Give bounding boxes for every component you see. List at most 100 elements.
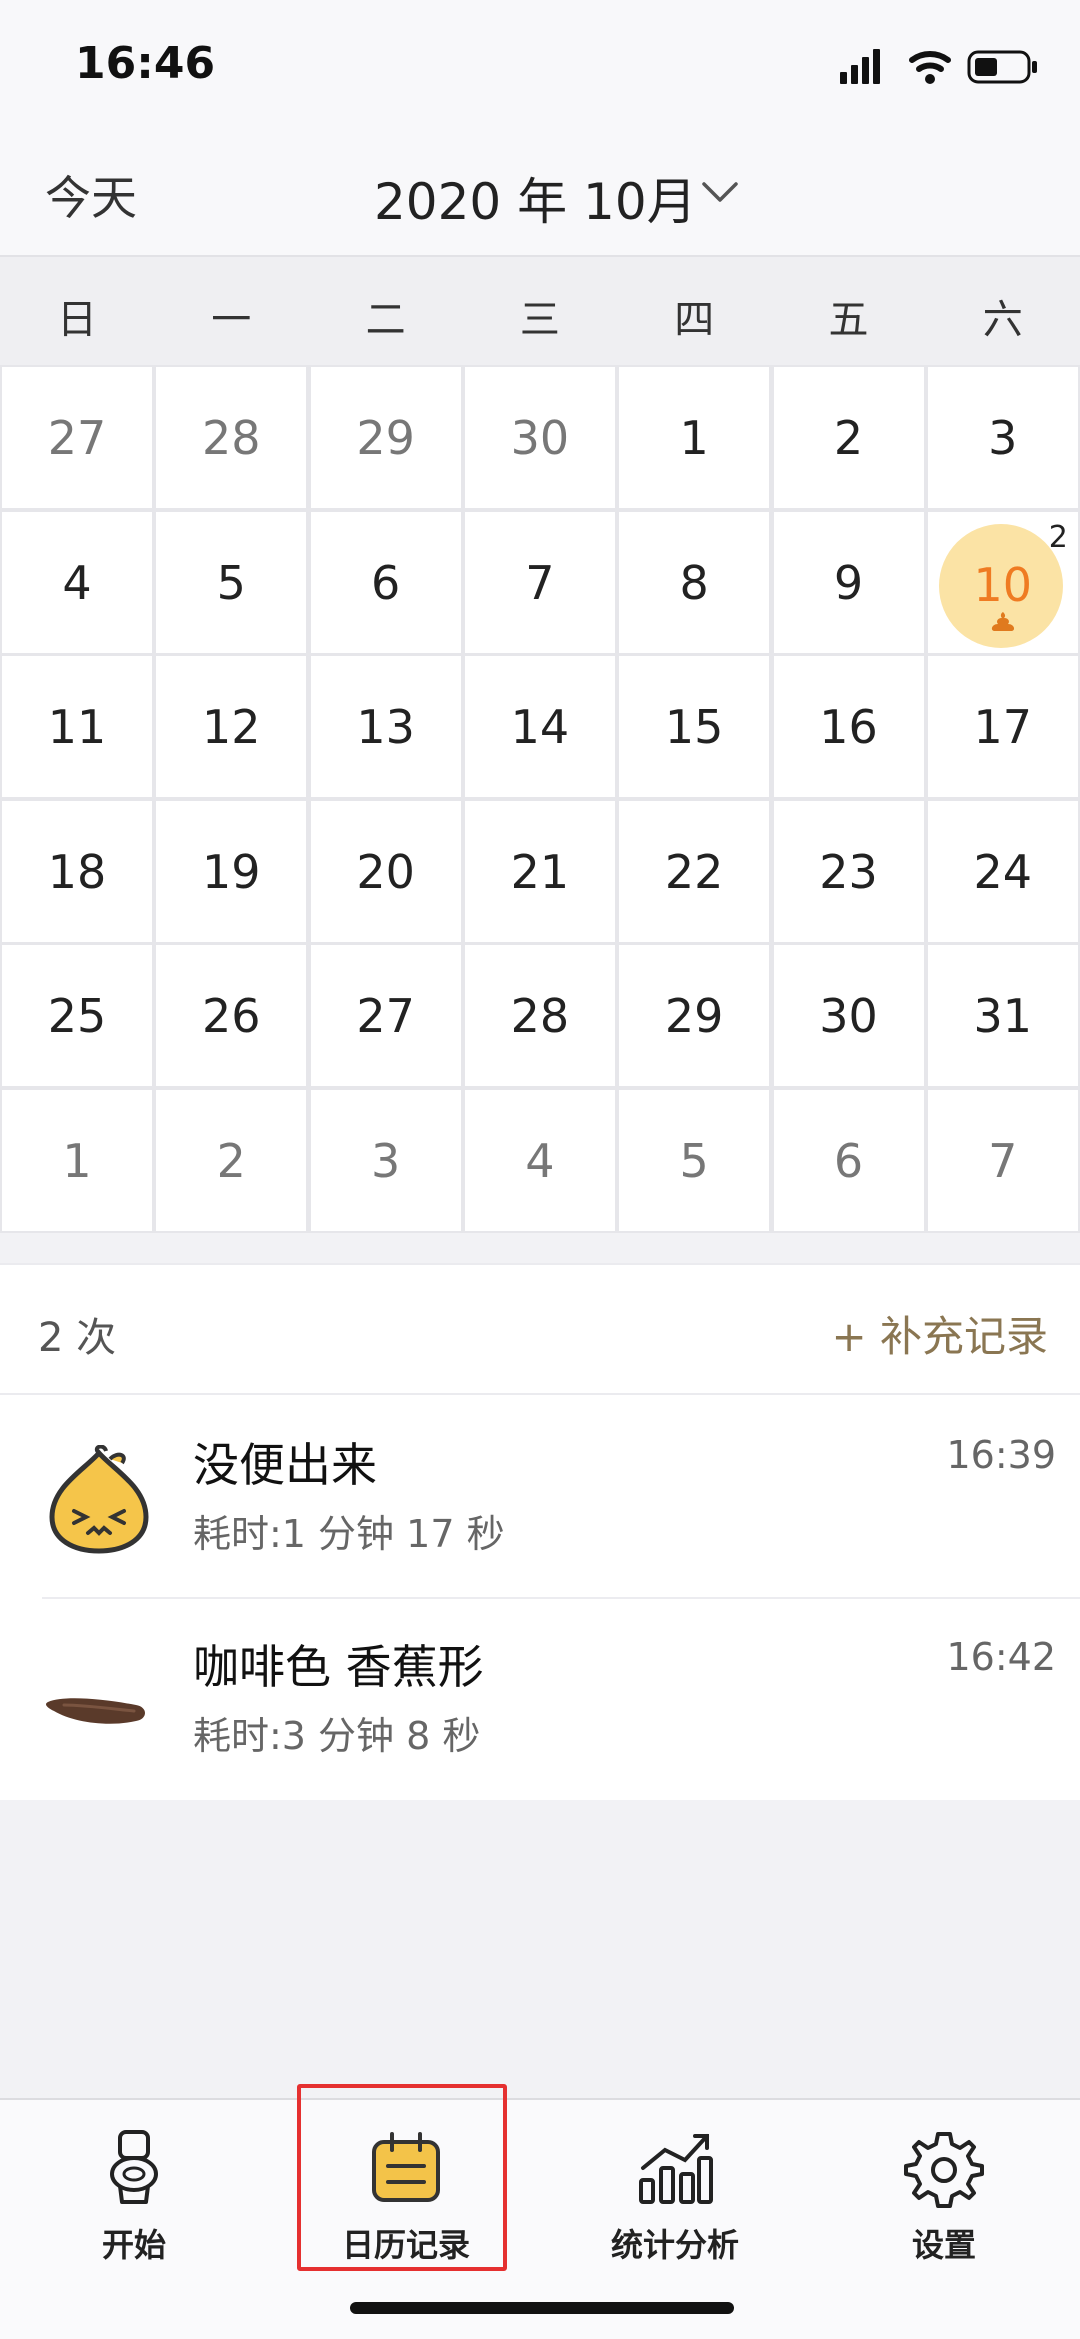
calendar-day[interactable]: 16 xyxy=(773,656,924,797)
calendar-day[interactable]: 25 xyxy=(2,945,152,1086)
calendar-day[interactable]: 22 xyxy=(619,800,770,942)
calendar-day[interactable]: 7 xyxy=(464,511,615,653)
calendar-day[interactable]: 18 xyxy=(2,800,152,942)
calendar-day[interactable]: 27 xyxy=(310,945,461,1086)
calendar-day[interactable]: 17 xyxy=(927,656,1078,797)
weekday-label: 六 xyxy=(982,297,1023,343)
calendar-day[interactable]: 1 xyxy=(619,367,770,508)
calendar-day[interactable]: 9 xyxy=(773,511,924,653)
calendar-day[interactable]: 30 xyxy=(773,945,924,1086)
calendar-day[interactable]: 24 xyxy=(927,800,1078,942)
calendar-day[interactable]: 5 xyxy=(156,511,307,653)
calendar-day[interactable]: 6 xyxy=(773,1089,924,1231)
day-number: 3 xyxy=(988,411,1018,465)
calendar-day[interactable]: 14 xyxy=(464,656,615,797)
calendar-day[interactable]: 29 xyxy=(310,367,461,508)
calendar-day[interactable]: 13 xyxy=(310,656,461,797)
status-time: 16:46 xyxy=(75,38,216,89)
calendar-day-selected[interactable]: 10 2 xyxy=(927,511,1078,653)
calendar-day[interactable]: 31 xyxy=(927,945,1078,1086)
today-button[interactable]: 今天 xyxy=(45,162,137,228)
day-number: 13 xyxy=(356,700,415,754)
calendar-day[interactable]: 1 xyxy=(2,1089,152,1231)
tab-statistics[interactable]: 统计分析 xyxy=(565,2118,785,2318)
weekday-label: 二 xyxy=(365,297,406,343)
calendar-day[interactable]: 30 xyxy=(464,367,615,508)
toilet-icon xyxy=(110,2130,158,2204)
weekday-label: 三 xyxy=(519,297,560,343)
month-selector[interactable]: 2020 年 10月 xyxy=(374,162,697,234)
record-title: 咖啡色 香蕉形 xyxy=(193,1640,484,1694)
day-number: 1 xyxy=(679,411,709,465)
record-list: 没便出来 耗时:1 分钟 17 秒 16:39 咖啡色 香蕉形 耗时:3 分钟 … xyxy=(0,1395,1080,1800)
calendar-day[interactable]: 3 xyxy=(310,1089,461,1231)
chart-icon xyxy=(639,2134,713,2204)
day-number: 14 xyxy=(510,700,570,754)
calendar-day[interactable]: 20 xyxy=(310,800,461,942)
calendar-day[interactable]: 5 xyxy=(619,1089,770,1231)
calendar-day[interactable]: 28 xyxy=(464,945,615,1086)
record-item[interactable]: 咖啡色 香蕉形 耗时:3 分钟 8 秒 16:42 xyxy=(0,1597,1080,1799)
tab-label: 开始 xyxy=(101,2226,166,2264)
day-number: 6 xyxy=(370,555,401,610)
tab-start[interactable]: 开始 xyxy=(24,2118,244,2318)
day-number: 26 xyxy=(202,989,261,1043)
calendar-day[interactable]: 12 xyxy=(156,656,307,797)
summary-bar: 2 次 + 补充记录 xyxy=(0,1263,1080,1395)
signal-icon xyxy=(840,49,880,84)
day-number: 1 xyxy=(62,1133,92,1188)
calendar-day[interactable]: 15 xyxy=(619,656,770,797)
weekday-label: 日 xyxy=(57,297,97,343)
day-number: 15 xyxy=(664,700,724,754)
day-number: 22 xyxy=(664,844,724,899)
calendar-day[interactable]: 23 xyxy=(773,800,924,942)
calendar-day[interactable]: 6 xyxy=(310,511,461,653)
calendar-day[interactable]: 4 xyxy=(2,511,152,653)
day-number: 2 xyxy=(833,411,864,465)
banana-stool-icon xyxy=(46,1698,145,1724)
record-duration: 耗时:3 分钟 8 秒 xyxy=(193,1714,481,1758)
gear-icon xyxy=(904,2132,984,2208)
day-number: 16 xyxy=(819,700,878,754)
day-number: 21 xyxy=(510,844,570,899)
calendar-day[interactable]: 4 xyxy=(464,1089,615,1231)
calendar-day[interactable]: 8 xyxy=(619,511,770,653)
battery-icon xyxy=(967,50,1037,84)
tab-label: 统计分析 xyxy=(610,2226,739,2264)
day-number: 20 xyxy=(356,844,415,899)
weekday-label: 五 xyxy=(828,297,869,343)
day-number: 17 xyxy=(973,700,1033,754)
add-record-button[interactable]: + 补充记录 xyxy=(831,1303,1048,1364)
tab-settings[interactable]: 设置 xyxy=(834,2118,1054,2318)
record-count: 2 次 xyxy=(38,1315,117,1361)
calendar-day[interactable]: 29 xyxy=(619,945,770,1086)
day-number: 3 xyxy=(370,1133,401,1188)
calendar-day[interactable]: 2 xyxy=(773,367,924,508)
tab-label: 设置 xyxy=(911,2226,976,2264)
poop-icon xyxy=(991,611,1014,631)
calendar-day[interactable]: 11 xyxy=(2,656,152,797)
record-item[interactable]: 没便出来 耗时:1 分钟 17 秒 16:39 xyxy=(0,1395,1080,1597)
day-number: 4 xyxy=(62,555,92,610)
calendar-day[interactable]: 26 xyxy=(156,945,307,1086)
calendar-day[interactable]: 3 xyxy=(927,367,1078,508)
day-number: 27 xyxy=(47,411,107,465)
day-number: 7 xyxy=(988,1133,1018,1188)
day-number: 11 xyxy=(47,700,107,754)
home-indicator[interactable] xyxy=(350,2302,734,2314)
status-bar: 16:46 xyxy=(0,0,1080,130)
calendar-day[interactable]: 2 xyxy=(156,1089,307,1231)
calendar-day[interactable]: 19 xyxy=(156,800,307,942)
day-number: 29 xyxy=(356,411,415,465)
day-number: 30 xyxy=(510,411,570,465)
day-number: 24 xyxy=(973,844,1033,899)
record-time: 16:39 xyxy=(946,1433,1056,1477)
calendar-day[interactable]: 27 xyxy=(2,367,152,508)
calendar-day[interactable]: 7 xyxy=(927,1089,1078,1231)
day-number: 9 xyxy=(833,555,864,610)
day-number: 23 xyxy=(819,844,878,899)
chevron-down-icon[interactable] xyxy=(700,178,740,206)
calendar-day[interactable]: 28 xyxy=(156,367,307,508)
wifi-icon xyxy=(909,51,951,84)
calendar-day[interactable]: 21 xyxy=(464,800,615,942)
